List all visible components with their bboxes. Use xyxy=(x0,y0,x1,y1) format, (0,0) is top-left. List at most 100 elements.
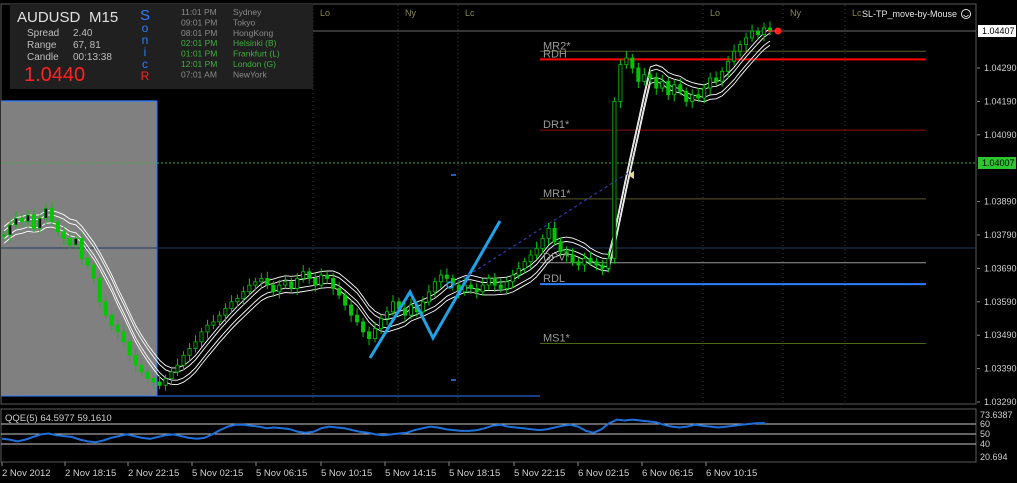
candle-body xyxy=(612,101,617,259)
session-time: 07:01 AM xyxy=(181,69,217,79)
indicator-60-label: 60 xyxy=(980,419,990,429)
candle-body xyxy=(660,80,665,89)
price-tick-label: 1.04190 xyxy=(984,96,1017,106)
candle-body xyxy=(319,274,324,286)
candle-body xyxy=(307,271,312,279)
candle-body xyxy=(636,67,641,82)
session-name: Sydney xyxy=(233,7,262,17)
candle-body xyxy=(654,77,659,89)
time-label: 5 Nov 02:15 xyxy=(192,468,243,479)
candle-body xyxy=(55,221,60,233)
candle-body xyxy=(486,278,491,286)
candle-body xyxy=(678,84,683,92)
candle-body xyxy=(390,301,395,313)
candle-body xyxy=(211,321,216,326)
price-tick-label: 1.03690 xyxy=(984,263,1017,273)
candle-body xyxy=(582,257,587,266)
candle-body xyxy=(570,254,575,263)
candle-body xyxy=(408,304,413,316)
candle-body xyxy=(355,314,360,323)
candle-body xyxy=(187,348,192,356)
time-label: 5 Nov 14:15 xyxy=(385,468,436,479)
time-label: 6 Nov 10:15 xyxy=(706,468,757,479)
candle-body xyxy=(85,257,90,266)
candle-body xyxy=(223,308,228,316)
candle-body xyxy=(600,264,605,269)
candle-body xyxy=(253,281,258,286)
sltp-label[interactable]: SL-TP_move-by-Mouse xyxy=(862,9,957,19)
candle-value: 00:13:38 xyxy=(73,52,112,63)
session-marker: Lo xyxy=(710,8,720,18)
candle-body xyxy=(630,57,635,69)
candle-body xyxy=(714,77,719,82)
candle-body xyxy=(528,254,533,263)
candle-body xyxy=(31,214,36,229)
candle-body xyxy=(247,284,252,293)
candle-body xyxy=(61,231,66,239)
candle-body xyxy=(738,44,743,52)
candle-body xyxy=(265,278,270,286)
candle-body xyxy=(97,278,102,303)
candle-body xyxy=(384,311,389,319)
candle-body xyxy=(271,284,276,293)
indicator-50-label: 50 xyxy=(980,429,990,439)
candle-body xyxy=(546,227,551,239)
candle-body xyxy=(426,291,431,303)
current-price-label: 1.04407 xyxy=(982,26,1015,36)
session-time: 01:01 PM xyxy=(181,49,217,59)
candle-body xyxy=(480,284,485,293)
time-label: 6 Nov 02:15 xyxy=(578,468,629,479)
price-tick-label: 1.03890 xyxy=(984,197,1017,207)
indicator-frame xyxy=(0,408,977,463)
candle-body xyxy=(672,84,677,96)
candle-body xyxy=(420,301,425,313)
candle-body xyxy=(151,378,156,383)
candle-body xyxy=(702,87,707,99)
level-label: RDL xyxy=(543,273,565,285)
level-label: DR1* xyxy=(543,119,570,131)
candle-body xyxy=(606,257,611,269)
candle-body xyxy=(241,291,246,299)
price-chart[interactable]: MR2*RDHDR1*MR1*DPV*RDLMS1* Lo Ny Lc Lo Ny Lc … xyxy=(0,0,1017,483)
time-label: 2 Nov 18:15 xyxy=(65,468,116,479)
candle-body xyxy=(576,261,581,266)
candle-body xyxy=(690,94,695,102)
session-time: 09:01 PM xyxy=(181,17,217,27)
candle-body xyxy=(666,80,671,96)
candle-body xyxy=(2,234,7,237)
candle-body xyxy=(337,288,342,296)
candle-body xyxy=(588,257,593,263)
candle-body xyxy=(343,294,348,306)
spread-label: Spread xyxy=(27,28,59,39)
session-name: HongKong xyxy=(233,28,273,38)
candle-body xyxy=(379,318,384,329)
candle-body xyxy=(115,324,120,333)
candle-body xyxy=(121,331,126,343)
candle-body xyxy=(175,364,180,373)
session-time: 08:01 PM xyxy=(181,28,217,38)
session-time: 12:01 PM xyxy=(181,59,217,69)
candle-body xyxy=(181,354,186,366)
price-tick-label: 1.04290 xyxy=(984,63,1017,73)
session-marker: Ny xyxy=(405,8,416,18)
candle-body xyxy=(259,278,264,283)
candle-body xyxy=(37,217,42,229)
indicator-min-label: 20.694 xyxy=(980,452,1008,462)
candle-body xyxy=(492,278,497,286)
candle-body xyxy=(139,364,144,373)
candle-body xyxy=(498,284,503,289)
brand-letter: R xyxy=(141,69,150,83)
candle-body xyxy=(642,74,647,82)
candle-body xyxy=(624,57,629,66)
session-marker: Lo xyxy=(320,8,330,18)
candle-body xyxy=(145,371,150,380)
session-name: Tokyo xyxy=(233,17,255,27)
marked-price-label: 1.04007 xyxy=(982,158,1015,168)
symbol-label: AUDUSD xyxy=(17,9,81,26)
candle-body xyxy=(235,298,240,303)
candle-body xyxy=(43,207,48,219)
level-label: DPV* xyxy=(543,252,571,264)
candle-body xyxy=(684,90,689,102)
candle-body xyxy=(91,264,96,279)
candle-body xyxy=(618,64,623,102)
